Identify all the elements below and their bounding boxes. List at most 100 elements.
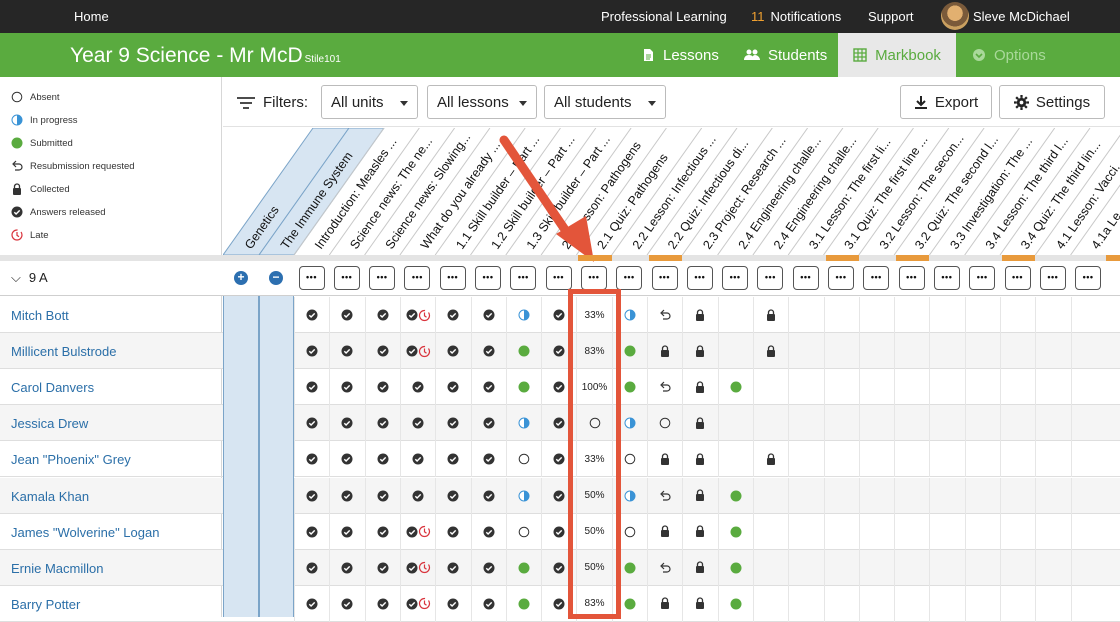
markbook-cell[interactable] xyxy=(823,297,859,333)
lesson-options-button[interactable]: ••• xyxy=(333,266,360,290)
markbook-cell[interactable] xyxy=(505,297,541,333)
student-name-link[interactable]: Kamala Khan xyxy=(11,489,89,504)
markbook-cell[interactable] xyxy=(894,333,929,370)
markbook-cell[interactable] xyxy=(682,513,717,550)
markbook-cell[interactable] xyxy=(788,549,823,586)
markbook-cell[interactable] xyxy=(717,585,753,622)
markbook-cell[interactable] xyxy=(929,477,964,514)
markbook-cell[interactable] xyxy=(364,297,400,333)
markbook-cell[interactable] xyxy=(823,333,859,370)
markbook-cell[interactable] xyxy=(505,549,541,586)
markbook-cell[interactable] xyxy=(929,369,964,406)
markbook-cell[interactable] xyxy=(364,369,400,406)
markbook-cell[interactable] xyxy=(823,585,859,622)
markbook-cell[interactable] xyxy=(647,369,682,406)
markbook-cell[interactable] xyxy=(752,369,788,406)
markbook-cell[interactable] xyxy=(823,549,859,586)
markbook-cell[interactable] xyxy=(929,297,964,333)
markbook-cell[interactable] xyxy=(329,297,364,333)
markbook-cell[interactable] xyxy=(470,549,506,586)
markbook-cell[interactable] xyxy=(1000,441,1035,478)
markbook-cell[interactable] xyxy=(1070,441,1106,478)
lesson-options-button[interactable]: ••• xyxy=(757,266,784,290)
markbook-cell[interactable] xyxy=(294,585,329,622)
markbook-cell[interactable] xyxy=(788,333,823,370)
markbook-cell[interactable] xyxy=(505,513,541,550)
markbook-cell[interactable] xyxy=(717,477,753,514)
markbook-cell[interactable] xyxy=(470,405,506,442)
lesson-options-button[interactable]: ••• xyxy=(863,266,890,290)
markbook-cell[interactable] xyxy=(788,405,823,442)
lesson-options-button[interactable]: ••• xyxy=(1075,266,1102,290)
student-name-link[interactable]: Millicent Bulstrode xyxy=(11,344,117,359)
expand-unit-button[interactable]: + xyxy=(234,271,248,285)
lessons-dropdown[interactable]: All lessons xyxy=(427,85,537,119)
markbook-cell[interactable] xyxy=(435,585,470,622)
markbook-cell[interactable] xyxy=(858,333,894,370)
markbook-cell[interactable] xyxy=(1070,297,1106,333)
markbook-cell[interactable] xyxy=(470,585,506,622)
export-button[interactable]: Export xyxy=(900,85,992,119)
markbook-cell[interactable] xyxy=(752,549,788,586)
lesson-options-button[interactable]: ••• xyxy=(933,266,960,290)
markbook-cell[interactable] xyxy=(399,333,435,370)
markbook-cell[interactable] xyxy=(1035,513,1070,550)
group-name[interactable]: ⌵ 9 A xyxy=(11,270,48,286)
markbook-cell[interactable] xyxy=(435,549,470,586)
markbook-cell[interactable] xyxy=(894,513,929,550)
student-name-link[interactable]: Jessica Drew xyxy=(11,416,88,431)
markbook-cell[interactable] xyxy=(329,333,364,370)
markbook-cell[interactable] xyxy=(1000,369,1035,406)
markbook-cell[interactable] xyxy=(505,405,541,442)
markbook-cell[interactable] xyxy=(435,297,470,333)
markbook-cell[interactable] xyxy=(647,333,682,370)
tab-students[interactable]: Students xyxy=(744,33,827,77)
lesson-options-button[interactable]: ••• xyxy=(404,266,431,290)
student-name-link[interactable]: James "Wolverine" Logan xyxy=(11,525,159,540)
markbook-cell[interactable] xyxy=(647,513,682,550)
markbook-cell[interactable] xyxy=(964,513,1000,550)
user-avatar[interactable] xyxy=(941,2,969,30)
markbook-cell[interactable] xyxy=(505,585,541,622)
markbook-cell[interactable] xyxy=(894,477,929,514)
markbook-cell[interactable] xyxy=(1000,333,1035,370)
markbook-cell[interactable] xyxy=(435,441,470,478)
student-name-link[interactable]: Mitch Bott xyxy=(11,308,69,323)
markbook-cell[interactable] xyxy=(858,477,894,514)
markbook-cell[interactable] xyxy=(717,441,753,478)
markbook-cell[interactable] xyxy=(364,405,400,442)
markbook-cell[interactable] xyxy=(894,369,929,406)
markbook-cell[interactable] xyxy=(1035,405,1070,442)
markbook-cell[interactable] xyxy=(294,549,329,586)
students-dropdown[interactable]: All students xyxy=(544,85,666,119)
lesson-options-button[interactable]: ••• xyxy=(828,266,854,290)
lesson-options-button[interactable]: ••• xyxy=(439,266,466,290)
markbook-cell[interactable] xyxy=(717,405,753,442)
markbook-cell[interactable] xyxy=(858,585,894,622)
notifications-link[interactable]: 11 Notifications xyxy=(751,9,841,24)
markbook-cell[interactable] xyxy=(294,405,329,442)
markbook-cell[interactable] xyxy=(294,441,329,478)
markbook-cell[interactable] xyxy=(364,477,400,514)
markbook-cell[interactable] xyxy=(329,585,364,622)
markbook-cell[interactable] xyxy=(929,405,964,442)
markbook-cell[interactable] xyxy=(788,585,823,622)
markbook-cell[interactable] xyxy=(752,297,788,333)
markbook-cell[interactable] xyxy=(647,441,682,478)
markbook-cell[interactable] xyxy=(682,477,717,514)
lesson-options-button[interactable]: ••• xyxy=(369,266,396,290)
markbook-cell[interactable] xyxy=(399,441,435,478)
markbook-cell[interactable] xyxy=(364,549,400,586)
markbook-cell[interactable] xyxy=(964,369,1000,406)
tab-options[interactable]: Options xyxy=(972,33,1046,77)
markbook-cell[interactable] xyxy=(399,585,435,622)
markbook-cell[interactable] xyxy=(505,333,541,370)
markbook-cell[interactable] xyxy=(964,549,1000,586)
markbook-cell[interactable] xyxy=(329,441,364,478)
markbook-cell[interactable] xyxy=(364,513,400,550)
markbook-cell[interactable] xyxy=(435,477,470,514)
markbook-cell[interactable] xyxy=(399,369,435,406)
tab-lessons[interactable]: Lessons xyxy=(641,33,719,77)
markbook-cell[interactable] xyxy=(752,513,788,550)
markbook-cell[interactable] xyxy=(329,477,364,514)
